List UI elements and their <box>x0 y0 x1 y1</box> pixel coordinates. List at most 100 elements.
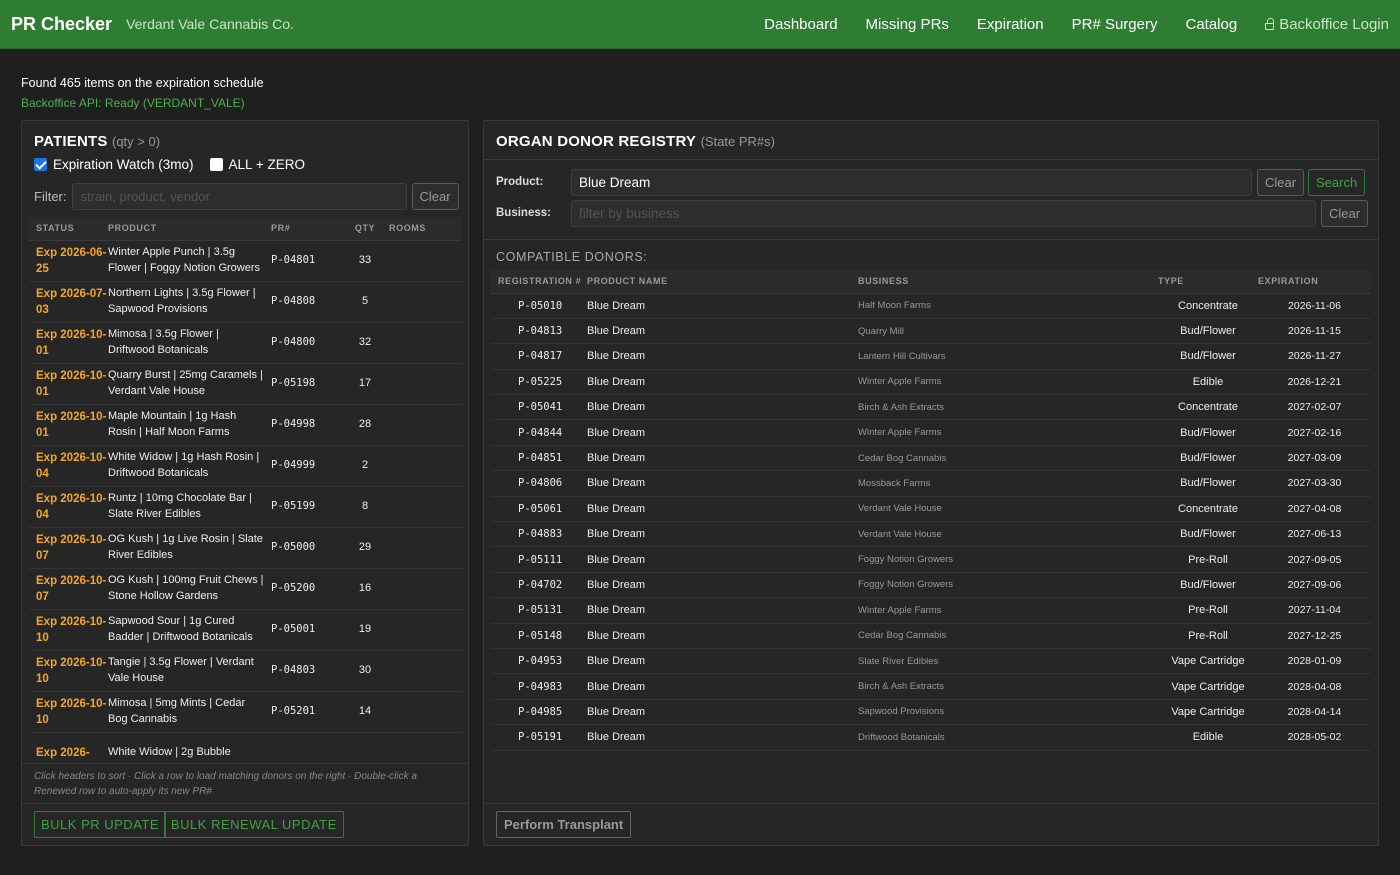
row-type: Bud/Flower <box>1158 343 1258 370</box>
table-row[interactable]: P-04851 Blue Dream Cedar Bog Cannabis Bud/F… <box>491 445 1371 472</box>
row-expiration: 2027-04-08 <box>1258 496 1371 523</box>
nav-expiration[interactable]: Expiration <box>977 16 1044 33</box>
table-row[interactable]: P-04806 Blue Dream Mossback Farms Bud/Flowe… <box>491 470 1371 497</box>
nav-pr-surgery[interactable]: PR# Surgery <box>1072 16 1158 33</box>
table-row[interactable]: Exp 2026-10-04 Runtz | 10mg Chocolate Bar… <box>29 486 462 528</box>
table-row[interactable]: P-05111 Blue Dream Foggy Notion Growers Pre… <box>491 546 1371 573</box>
product-clear-button[interactable]: Clear <box>1257 169 1305 196</box>
divider <box>22 803 468 804</box>
row-expiration: 2027-09-06 <box>1258 572 1371 599</box>
table-row[interactable]: Exp 2026-07-03 Northern Lights | 3.5g Flo… <box>29 281 462 323</box>
row-business: Cedar Bog Cannabis <box>858 623 1158 649</box>
table-row[interactable]: P-05148 Blue Dream Cedar Bog Cannabis Pre-R… <box>491 623 1371 649</box>
bulk-pr-update-button[interactable]: BULK PR UPDATE <box>34 811 167 838</box>
row-pr: P-05001 <box>271 609 341 651</box>
row-status: Exp 2026-10-04 <box>29 486 108 528</box>
nav-catalog[interactable]: Catalog <box>1185 16 1237 33</box>
table-row[interactable]: Exp 2026-10-04 White Widow | 1g Hash Rosi… <box>29 445 462 487</box>
table-row[interactable]: P-04817 Blue Dream Lantern Hill Cultivars B… <box>491 343 1371 370</box>
table-row[interactable]: P-05010 Blue Dream Half Moon Farms Concentr… <box>491 293 1371 319</box>
app-brand[interactable]: PR Checker <box>11 14 112 35</box>
row-product: White Widow | 2g Bubble <box>108 732 271 764</box>
table-row[interactable]: P-05041 Blue Dream Birch & Ash Extracts Con… <box>491 394 1371 421</box>
table-row[interactable]: P-04953 Blue Dream Slate River Edibles Vape… <box>491 648 1371 675</box>
all-zero-toggle[interactable]: ALL + ZERO <box>209 157 305 172</box>
row-qty: 19 <box>341 609 389 651</box>
table-row[interactable]: P-05225 Blue Dream Winter Apple Farms Edibl… <box>491 369 1371 396</box>
patients-table-container[interactable]: STATUS PRODUCT PR# QTY ROOMS Exp 2026-06… <box>29 217 462 764</box>
table-row[interactable]: P-05061 Blue Dream Verdant Vale House Conce… <box>491 496 1371 523</box>
all-zero-label: ALL + ZERO <box>228 157 305 172</box>
col-status[interactable]: STATUS <box>29 217 108 241</box>
col-registration[interactable]: REGISTRATION # <box>491 270 587 294</box>
expiration-watch-checkbox[interactable] <box>34 158 47 171</box>
bulk-renewal-update-button[interactable]: BULK RENEWAL UPDATE <box>164 811 344 838</box>
business-filter-input[interactable] <box>571 200 1316 227</box>
row-rooms <box>389 691 462 733</box>
table-row[interactable]: P-04813 Blue Dream Quarry Mill Bud/Flower 20… <box>491 318 1371 345</box>
filter-row: Filter: Clear <box>34 183 459 210</box>
col-pr[interactable]: PR# <box>271 217 341 241</box>
row-expiration: 2028-04-08 <box>1258 673 1371 700</box>
nav-backoffice-login[interactable]: Backoffice Login <box>1265 16 1389 33</box>
donors-table-container[interactable]: REGISTRATION # PRODUCT NAME BUSINESS TYP… <box>491 270 1371 751</box>
row-qty: 2 <box>341 445 389 487</box>
row-product: Tangie | 3.5g Flower | Verdant Vale Hous… <box>108 650 271 692</box>
col-expiration[interactable]: EXPIRATION <box>1258 270 1371 294</box>
filter-clear-button[interactable]: Clear <box>411 183 459 210</box>
divider <box>484 159 1378 160</box>
row-product-name: Blue Dream <box>587 343 858 370</box>
row-status: Exp 2026-10-07 <box>29 568 108 610</box>
table-row[interactable]: Exp 2026-10-10 Sapwood Sour | 1g Cured Ba… <box>29 609 462 651</box>
col-product-name[interactable]: PRODUCT NAME <box>587 270 858 294</box>
table-row[interactable]: Exp 2026-10-01 Maple Mountain | 1g Hash R… <box>29 404 462 446</box>
expiration-watch-label: Expiration Watch (3mo) <box>53 157 194 172</box>
table-row[interactable]: P-05131 Blue Dream Winter Apple Farms Pre-R… <box>491 597 1371 624</box>
row-expiration: 2027-12-25 <box>1258 623 1371 649</box>
row-business: Mossback Farms <box>858 470 1158 497</box>
col-product[interactable]: PRODUCT <box>108 217 271 241</box>
row-rooms <box>389 486 462 528</box>
col-rooms[interactable]: ROOMS <box>389 217 462 241</box>
table-row[interactable]: P-04883 Blue Dream Verdant Vale House Bud/F… <box>491 521 1371 548</box>
table-row[interactable]: P-04702 Blue Dream Foggy Notion Growers Bud… <box>491 572 1371 599</box>
row-pr: P-05199 <box>271 486 341 528</box>
table-row[interactable]: Exp 2026- White Widow | 2g Bubble <box>29 732 462 764</box>
row-status: Exp 2026-10-01 <box>29 363 108 405</box>
row-expiration: 2028-04-14 <box>1258 699 1371 726</box>
table-row[interactable]: Exp 2026-10-10 Tangie | 3.5g Flower | Ver… <box>29 650 462 692</box>
row-registration: P-04985 <box>491 699 587 726</box>
row-type: Pre-Roll <box>1158 597 1258 624</box>
product-search-input[interactable] <box>571 169 1252 196</box>
table-row[interactable]: P-05191 Blue Dream Driftwood Botanicals Edi… <box>491 724 1371 751</box>
table-row[interactable]: Exp 2026-10-07 OG Kush | 1g Live Rosin | … <box>29 527 462 569</box>
row-type: Pre-Roll <box>1158 546 1258 573</box>
col-business[interactable]: BUSINESS <box>858 270 1158 294</box>
table-row[interactable]: Exp 2026-10-10 Mimosa | 5mg Mints | Cedar… <box>29 691 462 733</box>
expiration-watch-toggle[interactable]: Expiration Watch (3mo) <box>34 157 194 172</box>
search-button[interactable]: Search <box>1308 169 1366 196</box>
nav-missing-prs[interactable]: Missing PRs <box>866 16 949 33</box>
col-qty[interactable]: QTY <box>341 217 389 241</box>
filter-input[interactable] <box>71 183 407 210</box>
table-row[interactable]: Exp 2026-10-01 Quarry Burst | 25mg Carame… <box>29 363 462 405</box>
business-clear-button[interactable]: Clear <box>1321 200 1369 227</box>
table-row[interactable]: P-04983 Blue Dream Birch & Ash Extracts Vap… <box>491 673 1371 700</box>
nav-dashboard[interactable]: Dashboard <box>764 16 837 33</box>
all-zero-checkbox[interactable] <box>209 158 223 171</box>
table-row[interactable]: Exp 2026-10-01 Mimosa | 3.5g Flower | Dri… <box>29 322 462 364</box>
row-product-name: Blue Dream <box>587 648 858 675</box>
row-business: Winter Apple Farms <box>858 419 1158 446</box>
row-expiration: 2028-05-02 <box>1258 724 1371 751</box>
table-row[interactable]: Exp 2026-10-07 OG Kush | 100mg Fruit Chew… <box>29 568 462 610</box>
col-type[interactable]: TYPE <box>1158 270 1258 294</box>
row-registration: P-04813 <box>491 318 587 345</box>
table-row[interactable]: Exp 2026-06-25 Winter Apple Punch | 3.5g … <box>29 240 462 282</box>
table-row[interactable]: P-04844 Blue Dream Winter Apple Farms Bud/F… <box>491 419 1371 446</box>
table-row[interactable]: P-04985 Blue Dream Sapwood Provisions Vape … <box>491 699 1371 726</box>
row-product: OG Kush | 1g Live Rosin | Slate River Ed… <box>108 527 271 569</box>
top-bar: PR Checker Verdant Vale Cannabis Co. Das… <box>0 0 1400 49</box>
row-rooms <box>389 363 462 405</box>
perform-transplant-button[interactable]: Perform Transplant <box>496 811 632 838</box>
row-registration: P-04817 <box>491 343 587 370</box>
